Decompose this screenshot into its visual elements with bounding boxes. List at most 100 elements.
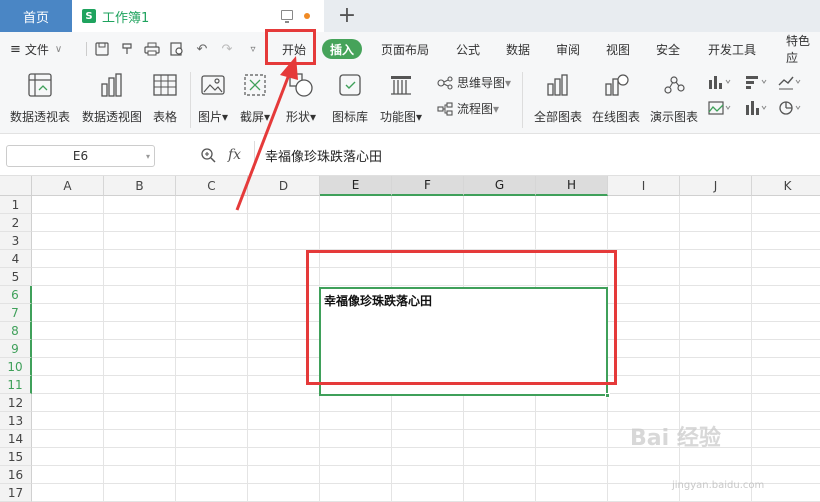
hamburger-icon: ≡ [10,41,21,57]
row-header-17[interactable]: 17 [0,484,32,502]
print-icon[interactable] [143,40,161,58]
column-header-d[interactable]: D [248,176,320,196]
formula-input[interactable]: 幸福像珍珠跌落心田 [254,141,820,169]
menu-formulas[interactable]: 公式 [456,32,480,66]
menu-view[interactable]: 视图 [606,32,630,66]
monitor-icon[interactable] [281,10,293,23]
zoom-icon[interactable] [200,147,216,163]
pivot-chart-button[interactable]: 数据透视图 [82,72,142,125]
column-header-g[interactable]: G [464,176,536,196]
all-charts-button[interactable]: 全部图表 [534,72,582,125]
flowchart-icon [437,101,453,116]
merged-cell-e6-h11[interactable]: 幸福像珍珠跌落心田 [319,287,608,396]
column-header-h[interactable]: H [536,176,608,196]
ribbon-insert: 数据透视表 数据透视图 表格 图片▾ 截屏▾ 形状▾ 图标库 功能图▾ 思维导图… [0,66,820,134]
row-header-1[interactable]: 1 [0,196,32,214]
screenshot-button[interactable]: 截屏▾ [240,72,270,125]
stacked-bar-icon[interactable] [745,100,767,116]
menu-home[interactable]: 开始 [282,32,306,66]
pivot-table-label: 数据透视表 [10,110,71,124]
table-label: 表格 [152,110,177,124]
row-header-3[interactable]: 3 [0,232,32,250]
function-chart-button[interactable]: 功能图▾ [380,72,422,125]
icon-library-label: 图标库 [332,110,369,124]
column-chart-icon[interactable] [708,74,731,90]
demo-charts-button[interactable]: 演示图表 [650,72,698,125]
column-header-e[interactable]: E [320,176,392,196]
new-tab-button[interactable]: + [336,3,358,28]
grid-row-line [32,231,820,232]
row-header-9[interactable]: 9 [0,340,32,358]
row-header-15[interactable]: 15 [0,448,32,466]
row-header-8[interactable]: 8 [0,322,32,340]
row-header-6[interactable]: 6 [0,286,32,304]
icon-library-button[interactable]: 图标库 [332,72,368,125]
format-painter-icon[interactable] [118,40,136,58]
column-header-k[interactable]: K [752,176,820,196]
menu-data[interactable]: 数据 [506,32,530,66]
column-header-j[interactable]: J [680,176,752,196]
row-header-11[interactable]: 11 [0,376,32,394]
online-charts-button[interactable]: 在线图表 [592,72,640,125]
all-charts-label: 全部图表 [534,110,583,124]
tab-workbook-label: 工作簿1 [102,10,150,26]
column-header-i[interactable]: I [608,176,680,196]
area-chart-icon[interactable] [708,100,731,116]
menu-review[interactable]: 审阅 [556,32,580,66]
file-menu-label: 文件 [24,42,49,57]
tab-home[interactable]: 首页 [0,0,72,32]
all-charts-icon [545,72,571,98]
menu-page-layout[interactable]: 页面布局 [381,32,429,66]
row-header-14[interactable]: 14 [0,430,32,448]
row-header-12[interactable]: 12 [0,394,32,412]
row-header-7[interactable]: 7 [0,304,32,322]
row-header-2[interactable]: 2 [0,214,32,232]
print-preview-icon[interactable] [168,40,186,58]
customize-toolbar-icon[interactable]: ▿ [244,40,262,58]
row-header-13[interactable]: 13 [0,412,32,430]
tab-bar: 首页 S 工作簿1 + [0,0,820,32]
fill-handle[interactable] [605,393,610,398]
line-chart-icon[interactable] [778,74,801,90]
watermark-url: jingyan.baidu.com [672,480,765,491]
row-header-16[interactable]: 16 [0,466,32,484]
watermark-logo: Bai 经验 [630,426,721,451]
ribbon-divider [522,72,523,128]
icon-library-icon [337,72,363,98]
online-charts-icon [603,72,629,98]
chevron-down-icon: ▾ [145,151,150,161]
bar-chart-icon[interactable] [745,74,767,90]
grid-row-line [32,249,820,250]
menu-special[interactable]: 特色应 [786,32,820,66]
pivot-table-icon [27,72,53,98]
row-header-10[interactable]: 10 [0,358,32,376]
spreadsheet-icon: S [82,9,96,23]
column-header-a[interactable]: A [32,176,104,196]
select-all-corner[interactable] [0,176,32,196]
menu-insert[interactable]: 插入 [322,39,363,59]
grid-row-line [32,411,820,412]
flowchart-button[interactable]: 流程图 ▾ [437,100,499,117]
row-header-4[interactable]: 4 [0,250,32,268]
pivot-table-button[interactable]: 数据透视表 [10,72,70,125]
table-button[interactable]: 表格 [152,72,178,125]
column-header-b[interactable]: B [104,176,176,196]
menu-developer[interactable]: 开发工具 [708,32,756,66]
fx-icon[interactable]: fx [228,147,241,163]
pie-chart-icon[interactable] [778,100,801,116]
mindmap-button[interactable]: 思维导图 ▾ [437,74,511,91]
column-header-f[interactable]: F [392,176,464,196]
spreadsheet-grid[interactable]: A B C D E F G H I J K 1 2 3 4 5 6 7 8 9 10 11 12 13 14 15 16 17 幸福像珍… [0,176,820,502]
column-header-c[interactable]: C [176,176,248,196]
shape-button[interactable]: 形状▾ [286,72,316,125]
demo-charts-icon [661,72,687,98]
save-icon[interactable] [93,40,111,58]
picture-button[interactable]: 图片▾ [198,72,228,125]
name-box[interactable]: E6 ▾ [6,145,155,167]
undo-icon[interactable]: ↶ [193,40,211,58]
cell-reference: E6 [72,149,89,163]
row-header-5[interactable]: 5 [0,268,32,286]
redo-icon[interactable]: ↷ [218,40,236,58]
menu-security[interactable]: 安全 [656,32,680,66]
file-menu[interactable]: ≡ 文件 ∨ [10,32,62,66]
